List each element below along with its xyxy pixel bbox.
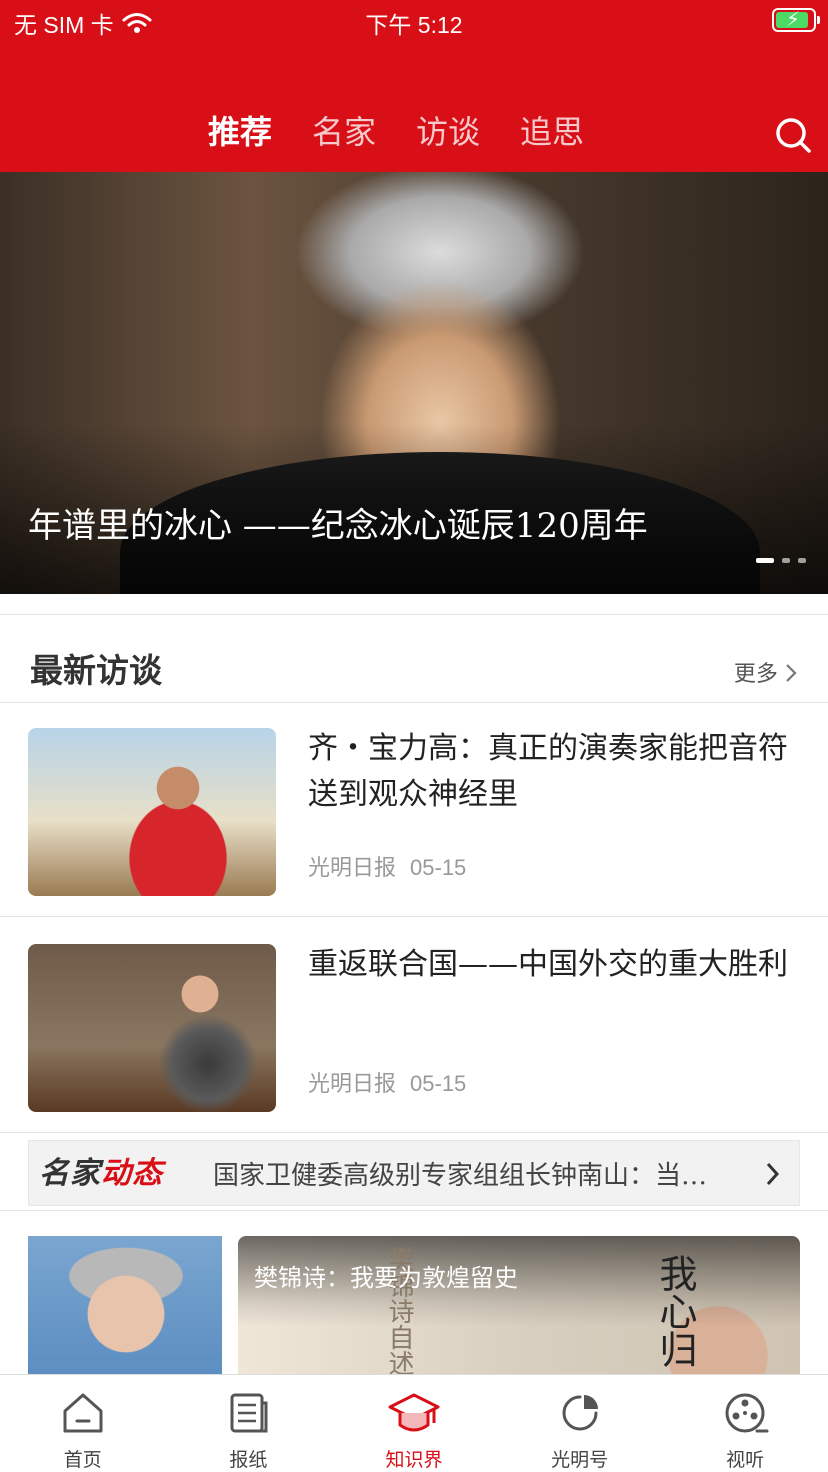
article-title: 重返联合国——中国外交的重大胜利: [308, 947, 788, 982]
article-source: 光明日报: [308, 1071, 397, 1096]
article-date: 05-15: [410, 1071, 467, 1096]
tab-recommend[interactable]: 推荐: [208, 110, 272, 154]
logo-part-1: 名家: [39, 1156, 101, 1191]
tabbar-item-guangming[interactable]: 光明号: [497, 1375, 663, 1472]
tabbar-label: 视听: [726, 1449, 765, 1471]
status-time: 下午 5:12: [365, 12, 463, 38]
tabbar-label: 首页: [63, 1449, 102, 1471]
battery-icon: ⚡: [772, 7, 820, 32]
carousel-dot[interactable]: [798, 558, 806, 563]
feature-portrait[interactable]: [28, 1236, 222, 1386]
article-item[interactable]: 重返联合国——中国外交的重大胜利 光明日报 05-15: [0, 918, 828, 1132]
feature-caption: 樊锦诗：我要为敦煌留史: [254, 1264, 518, 1292]
tabbar-label: 知识界: [385, 1449, 443, 1471]
article-thumbnail: [28, 728, 276, 896]
status-bar: 无 SIM 卡 下午 5:12 ⚡: [0, 0, 828, 100]
article-item[interactable]: 齐・宝力高：真正的演奏家能把音符送到观众神经里 光明日报 05-15: [0, 702, 828, 916]
home-icon: [63, 1393, 103, 1433]
tab-famous[interactable]: 名家: [312, 110, 376, 154]
chevron-right-icon: [784, 662, 798, 690]
newspaper-icon: [230, 1393, 268, 1433]
article-meta: 光明日报 05-15: [308, 850, 466, 882]
bottom-tab-bar: 首页 报纸 知识界 光明号 视听: [0, 1374, 828, 1472]
divider: [0, 614, 828, 615]
section-title: 最新访谈: [30, 651, 162, 690]
ticker-headline: 国家卫健委高级别专家组组长钟南山：当…: [213, 1161, 708, 1191]
tabbar-label: 光明号: [551, 1449, 609, 1471]
channel-tabs: 推荐 名家 访谈 追思: [208, 110, 584, 154]
divider: [0, 1210, 828, 1211]
article-source: 光明日报: [308, 855, 397, 880]
more-label: 更多: [733, 661, 778, 686]
search-button[interactable]: [770, 112, 816, 158]
divider: [0, 916, 828, 917]
article-thumbnail: [28, 944, 276, 1112]
news-ticker[interactable]: 名家动态 国家卫健委高级别专家组组长钟南山：当…: [28, 1140, 800, 1206]
logo-part-2: 动态: [101, 1156, 163, 1191]
pie-chart-icon: [562, 1395, 598, 1431]
tabbar-label: 报纸: [229, 1449, 268, 1471]
divider: [0, 1132, 828, 1133]
article-title: 齐・宝力高：真正的演奏家能把音符送到观众神经里: [308, 731, 788, 812]
feature-card[interactable]: 樊锦诗自述 我心归 樊锦诗：我要为敦煌留史: [238, 1236, 800, 1386]
carousel-dot[interactable]: [782, 558, 790, 563]
carousel-dot[interactable]: [756, 558, 774, 563]
carousel-dots: [756, 558, 806, 563]
banner-title: 年谱里的冰心 ——纪念冰心诞辰120周年: [28, 506, 648, 546]
film-reel-icon: [725, 1393, 769, 1433]
famous-news-logo: 名家动态: [39, 1154, 197, 1194]
top-nav: 推荐 名家 访谈 追思: [0, 100, 828, 172]
tabbar-item-home[interactable]: 首页: [0, 1375, 166, 1472]
tabbar-item-media[interactable]: 视听: [662, 1375, 828, 1472]
tab-interview[interactable]: 访谈: [416, 110, 480, 154]
chevron-right-icon[interactable]: [765, 1161, 781, 1191]
more-link[interactable]: 更多: [734, 656, 798, 690]
tab-memorial[interactable]: 追思: [520, 110, 584, 154]
article-date: 05-15: [410, 855, 467, 880]
article-meta: 光明日报 05-15: [308, 1066, 466, 1098]
book-title-text: 我心归: [653, 1254, 697, 1368]
tabbar-item-knowledge[interactable]: 知识界: [331, 1375, 497, 1472]
hero-banner[interactable]: 年谱里的冰心 ——纪念冰心诞辰120周年: [0, 172, 828, 594]
charging-bolt-icon: ⚡: [786, 7, 801, 31]
graduation-cap-icon: [388, 1393, 440, 1432]
search-icon: [776, 118, 811, 153]
tabbar-item-newspaper[interactable]: 报纸: [166, 1375, 332, 1472]
